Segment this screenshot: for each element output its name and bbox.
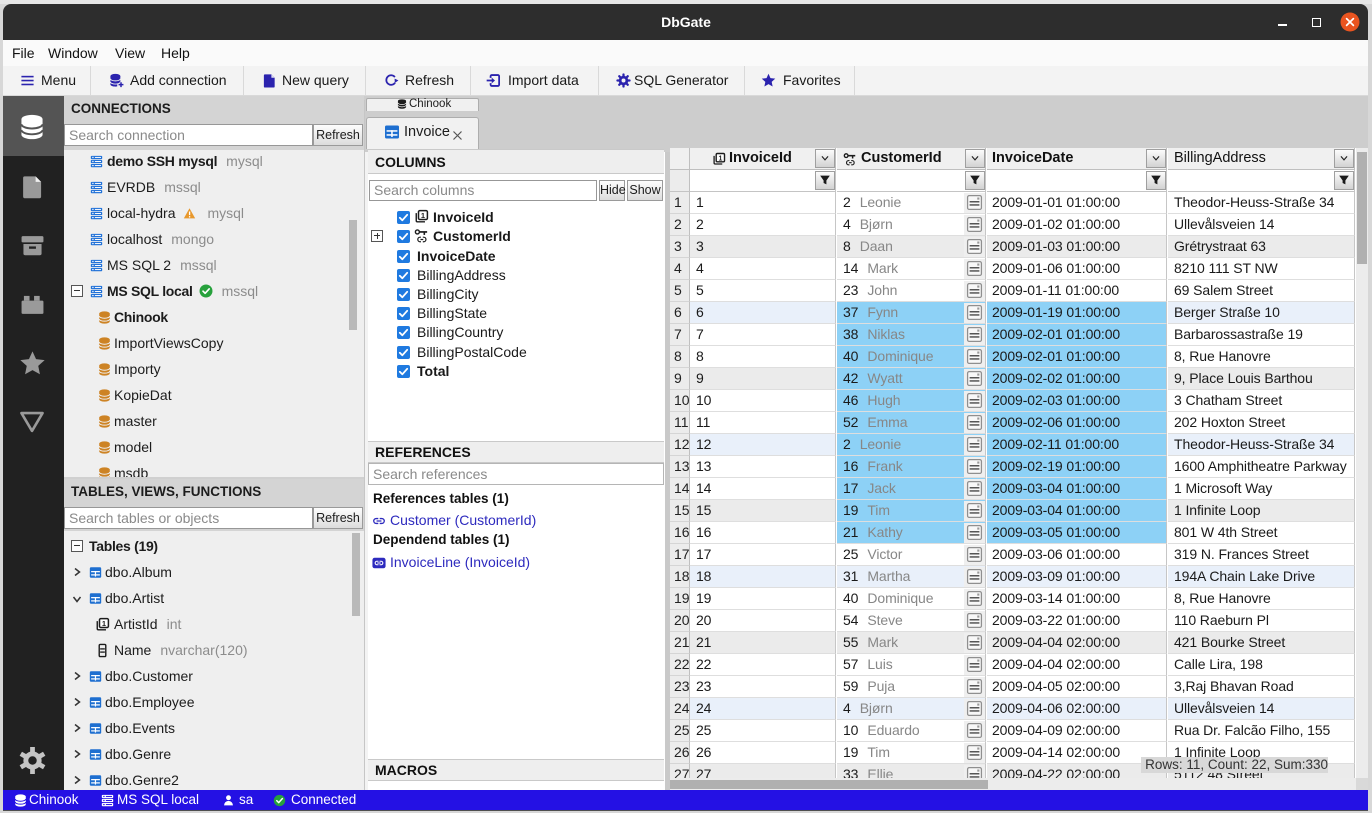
svg-text:1: 1 — [718, 155, 722, 162]
svg-text:1: 1 — [102, 619, 106, 628]
svg-text:1: 1 — [421, 211, 425, 220]
